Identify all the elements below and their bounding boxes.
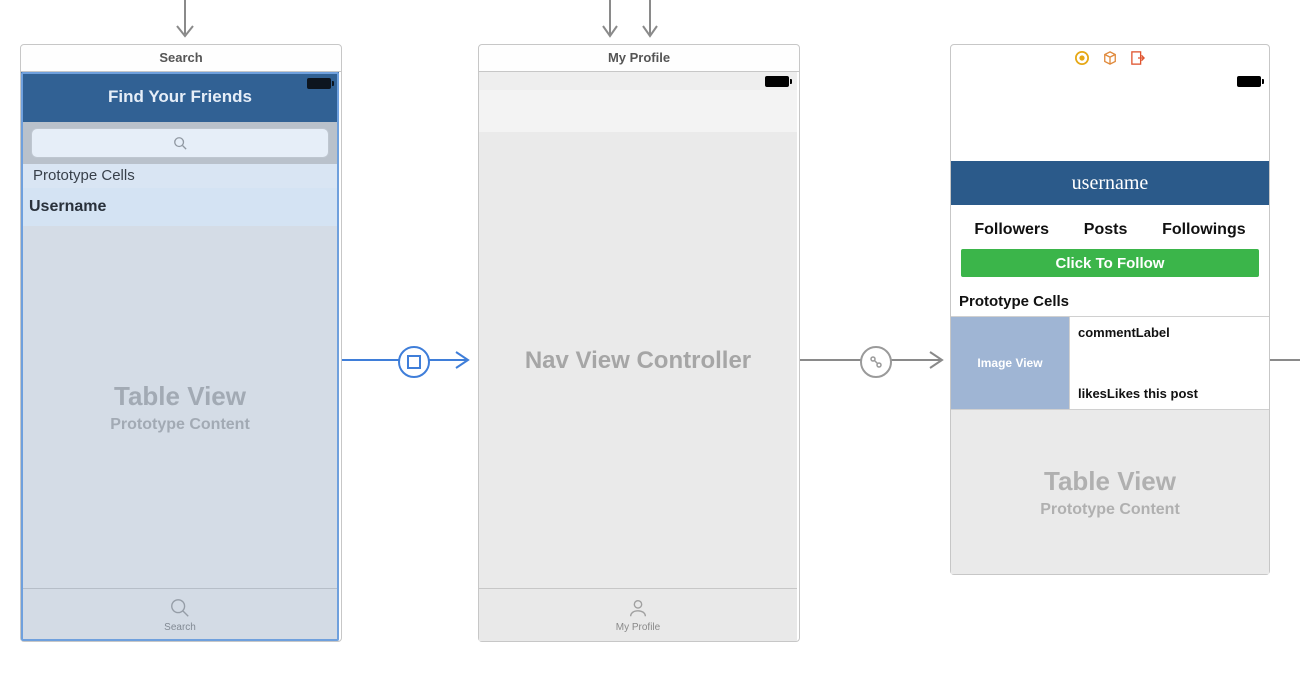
tab-bar: Search: [21, 588, 339, 641]
username-bar: username: [951, 161, 1269, 205]
tableview-label: Table View: [1044, 466, 1176, 497]
battery-icon: [1237, 76, 1261, 87]
post-cell-right: commentLabel likesLikes this post: [1070, 317, 1269, 409]
phone-myprofile: Nav View Controller My Profile: [479, 72, 797, 641]
scene-title-search: Search: [21, 45, 341, 72]
scene-search[interactable]: Search Find Your Friends Prototype Cells…: [20, 44, 342, 642]
nav-bar: Find Your Friends: [21, 72, 339, 122]
scene-userprofile[interactable]: username Followers Posts Followings Clic…: [950, 44, 1270, 575]
phone-userprofile: username Followers Posts Followings Clic…: [951, 71, 1269, 574]
prototype-header: Prototype Cells: [951, 289, 1269, 316]
initial-arrow-profile-1: [600, 0, 620, 44]
tab-label-search: Search: [164, 622, 196, 633]
phone-search: Find Your Friends Prototype Cells Userna…: [21, 72, 339, 641]
search-field[interactable]: [31, 128, 329, 158]
search-tab-icon[interactable]: [169, 597, 191, 619]
posts-label[interactable]: Posts: [1084, 221, 1128, 239]
segue-icon-show[interactable]: [398, 346, 430, 378]
initial-arrow-profile-2: [640, 0, 660, 44]
followings-label[interactable]: Followings: [1162, 221, 1246, 239]
exit-icon: [1131, 51, 1145, 65]
storyboard-canvas[interactable]: Search Find Your Friends Prototype Cells…: [0, 0, 1304, 698]
initial-arrow-search: [170, 0, 200, 44]
post-cell[interactable]: Image View commentLabel likesLikes this …: [951, 316, 1269, 410]
show-segue-glyph: [407, 355, 421, 369]
image-view: Image View: [951, 317, 1070, 409]
tableview-label: Table View: [114, 381, 246, 412]
table-view-placeholder: Table View Prototype Content: [951, 410, 1269, 574]
likes-row: likesLikes this post: [1078, 386, 1261, 401]
nav-controller-label: Nav View Controller: [525, 347, 751, 375]
prototype-header: Prototype Cells: [21, 164, 339, 188]
scene-title-icons: [951, 45, 1269, 71]
module-icon: [1103, 51, 1117, 65]
scene-title-myprofile: My Profile: [479, 45, 799, 72]
stats-row: Followers Posts Followings: [951, 205, 1269, 249]
username-label: username: [1072, 172, 1149, 195]
likes-prefix: likes: [1078, 386, 1107, 401]
class-icon: [1075, 51, 1089, 65]
followers-label[interactable]: Followers: [974, 221, 1049, 239]
segue-icon-relationship[interactable]: [860, 346, 892, 378]
profile-image-area: [951, 91, 1269, 161]
follow-button[interactable]: Click To Follow: [961, 249, 1259, 277]
battery-icon: [765, 76, 789, 87]
scene-myprofile[interactable]: My Profile Nav View Controller My Profil…: [478, 44, 800, 642]
username-cell[interactable]: Username: [21, 188, 339, 227]
nav-controller-body: Nav View Controller: [479, 132, 797, 589]
tab-bar: My Profile: [479, 588, 797, 641]
battery-icon: [307, 78, 331, 89]
nav-bar-empty: [479, 90, 797, 133]
comment-label: commentLabel: [1078, 325, 1261, 340]
tableview-sub: Prototype Content: [110, 416, 250, 434]
relationship-segue-glyph: [868, 354, 884, 370]
tableview-sub: Prototype Content: [1040, 501, 1180, 519]
segue-arrow-3-out: [1270, 350, 1304, 370]
likes-text: Likes this post: [1107, 386, 1198, 401]
search-icon: [173, 136, 187, 150]
search-bar-bg: [21, 122, 339, 164]
tab-label-myprofile: My Profile: [616, 622, 660, 633]
profile-tab-icon[interactable]: [627, 597, 649, 619]
table-view-placeholder: Table View Prototype Content: [21, 226, 339, 589]
